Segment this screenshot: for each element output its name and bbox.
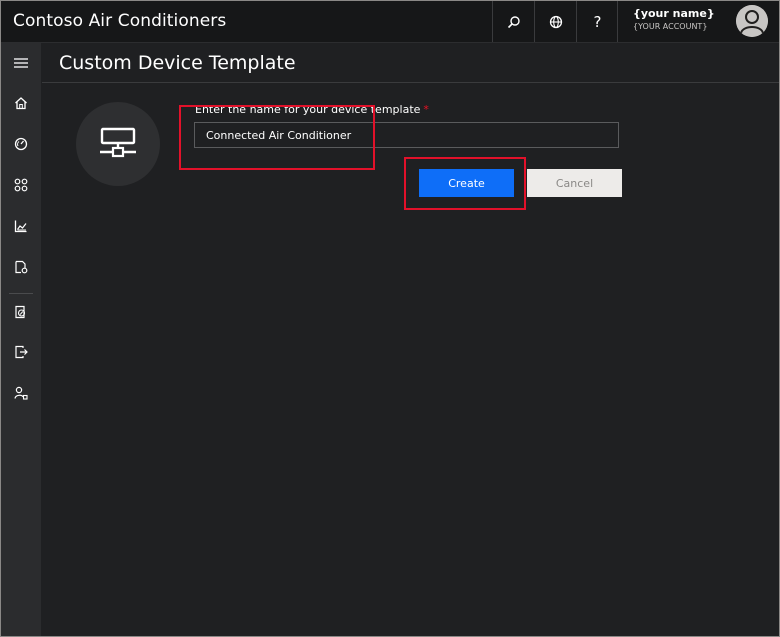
cancel-button[interactable]: Cancel xyxy=(527,169,622,197)
left-nav-rail xyxy=(1,43,41,636)
help-button[interactable]: ? xyxy=(576,1,618,42)
app-title: Contoso Air Conditioners xyxy=(13,11,227,31)
rail-item-home[interactable] xyxy=(1,85,41,121)
user-account: {YOUR ACCOUNT} xyxy=(633,22,708,31)
language-button[interactable] xyxy=(534,1,576,42)
device-template-image xyxy=(76,102,160,186)
user-name: {your name} xyxy=(633,7,715,20)
rail-item-rules[interactable] xyxy=(1,294,41,330)
rail-item-administration[interactable] xyxy=(1,375,41,411)
search-icon xyxy=(507,15,520,28)
template-name-label-text: Enter the name for your device template xyxy=(195,103,421,116)
rail-item-analytics[interactable] xyxy=(1,208,41,244)
administration-icon xyxy=(14,386,28,400)
analytics-icon xyxy=(14,220,27,233)
globe-icon xyxy=(549,15,562,28)
device-template-icon xyxy=(100,127,136,158)
rail-item-export[interactable] xyxy=(1,334,41,370)
rail-menu-button[interactable] xyxy=(1,45,41,81)
app-window: Contoso Air Conditioners ? {your name} {… xyxy=(0,0,780,637)
template-name-input[interactable] xyxy=(194,122,619,148)
search-button[interactable] xyxy=(492,1,534,42)
user-avatar-icon xyxy=(736,5,768,37)
avatar[interactable] xyxy=(736,5,768,37)
dashboard-icon xyxy=(14,137,28,151)
rail-item-devices[interactable] xyxy=(1,167,41,203)
user-account-menu[interactable]: {your name} {YOUR ACCOUNT} xyxy=(617,1,779,42)
template-name-label: Enter the name for your device template * xyxy=(195,103,429,116)
top-bar: Contoso Air Conditioners ? {your name} {… xyxy=(1,1,779,43)
export-icon xyxy=(15,345,28,359)
devices-icon xyxy=(14,178,28,192)
required-marker: * xyxy=(423,103,429,116)
create-button[interactable]: Create xyxy=(419,169,514,197)
page-title: Custom Device Template xyxy=(59,52,296,74)
hamburger-menu-icon xyxy=(14,58,28,68)
rail-item-dashboard[interactable] xyxy=(1,126,41,162)
page-header: Custom Device Template xyxy=(42,43,779,83)
home-icon xyxy=(15,97,27,110)
help-icon: ? xyxy=(593,12,602,31)
rules-icon xyxy=(15,305,26,319)
device-templates-icon xyxy=(15,260,28,274)
rail-item-device-templates[interactable] xyxy=(1,249,41,285)
